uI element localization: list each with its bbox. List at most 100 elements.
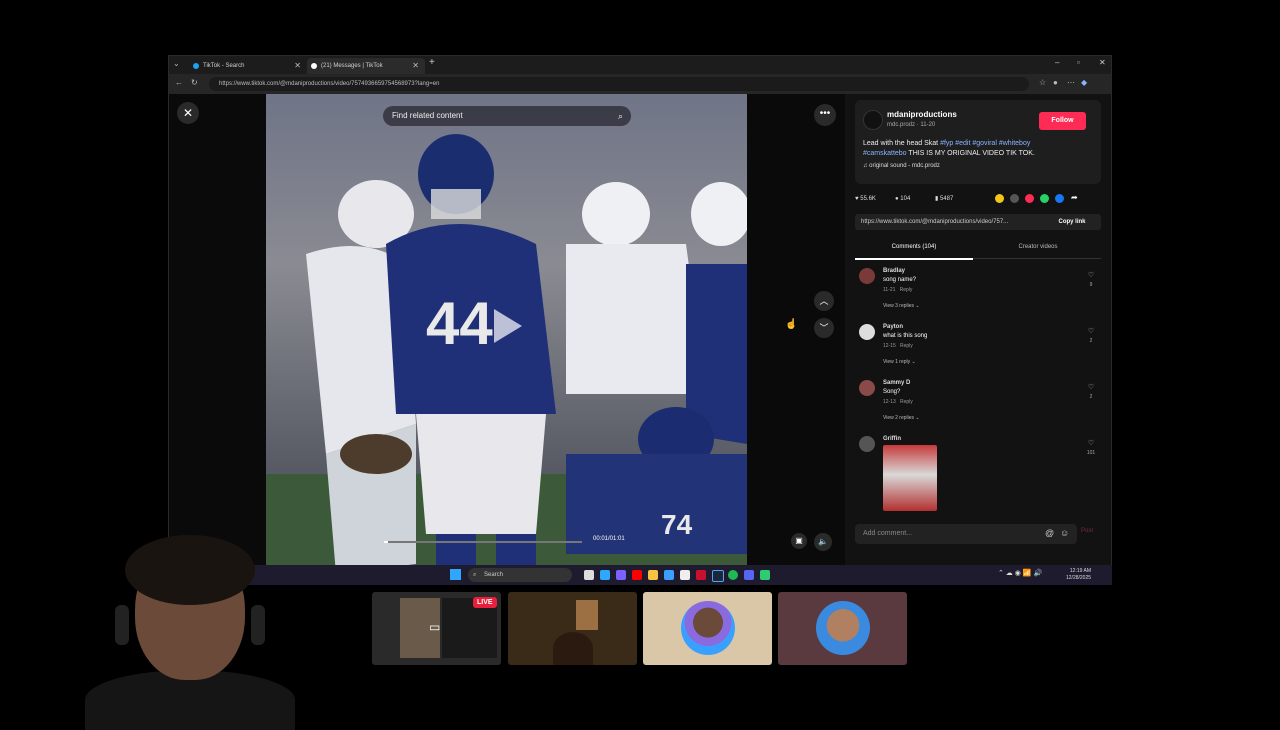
video-progress-bar[interactable] bbox=[384, 541, 582, 543]
comment-button[interactable]: ● 104 bbox=[895, 193, 910, 205]
add-comment-input[interactable]: Add comment... bbox=[855, 524, 1077, 544]
search-icon[interactable]: ⌕ bbox=[618, 106, 623, 126]
like-count: 55.6K bbox=[860, 196, 876, 202]
add-comment-placeholder: Add comment... bbox=[863, 530, 913, 537]
embed-icon[interactable] bbox=[1010, 194, 1019, 203]
system-tray-icon[interactable]: ⌃ ☁ ◉ 📶 🔊 bbox=[998, 569, 1042, 577]
taskbar-clock[interactable]: 12:19 AM 12/28/2025 bbox=[1066, 568, 1091, 582]
back-icon[interactable]: ← bbox=[175, 78, 183, 87]
view-replies-link[interactable]: View 3 replies ⌄ bbox=[883, 303, 920, 309]
reply-link[interactable]: Reply bbox=[900, 399, 913, 405]
tab-close-icon[interactable]: ✕ bbox=[412, 58, 419, 74]
avatar[interactable] bbox=[859, 436, 875, 452]
related-search-input[interactable]: Find related content ⌕ bbox=[383, 106, 631, 126]
tab-menu-icon[interactable]: ⌄ bbox=[173, 59, 180, 68]
previous-video-button[interactable]: ︿ bbox=[814, 291, 834, 311]
comment-item: Bradlay song name? 11-21 Reply View 3 re… bbox=[859, 268, 1099, 318]
maximize-icon[interactable]: ▫ bbox=[1077, 58, 1080, 67]
copilot-app-icon[interactable] bbox=[600, 570, 610, 580]
mention-icon[interactable]: @ bbox=[1045, 528, 1054, 538]
tab-creator-videos[interactable]: Creator videos bbox=[979, 240, 1097, 258]
file-explorer-icon[interactable] bbox=[584, 570, 594, 580]
comment-username[interactable]: Sammy D bbox=[883, 380, 910, 386]
taskbar-search-label: Search bbox=[484, 572, 504, 578]
like-button[interactable]: ♥ 55.6K bbox=[855, 193, 876, 205]
app-icon[interactable] bbox=[696, 570, 706, 580]
comment-username[interactable]: Griffin bbox=[883, 436, 901, 442]
copy-link-button[interactable]: Copy link bbox=[1047, 214, 1097, 230]
heart-outline-icon[interactable]: ♡ bbox=[1085, 439, 1097, 447]
screen-share-icon: ▭ bbox=[429, 620, 441, 634]
tab-comments[interactable]: Comments (104) bbox=[855, 240, 973, 260]
whatsapp-icon[interactable] bbox=[1040, 194, 1049, 203]
comment-username[interactable]: Bradlay bbox=[883, 268, 905, 274]
video-link[interactable]: https://www.tiktok.com/@mdaniproductions… bbox=[861, 214, 1041, 230]
youtube-icon[interactable] bbox=[632, 570, 642, 580]
heart-outline-icon[interactable]: ♡ bbox=[1085, 271, 1097, 279]
webcam-overlay bbox=[85, 530, 295, 730]
folder-icon[interactable] bbox=[648, 570, 658, 580]
share-arrow-icon[interactable]: ➦ bbox=[1071, 193, 1078, 202]
post-comment-button[interactable]: Post bbox=[1081, 528, 1093, 534]
volume-icon[interactable]: 🔈 bbox=[814, 533, 832, 551]
heart-outline-icon[interactable]: ♡ bbox=[1085, 383, 1097, 391]
discord-icon[interactable] bbox=[744, 570, 754, 580]
app-icon[interactable] bbox=[760, 570, 770, 580]
video-progress-fill bbox=[384, 541, 388, 543]
close-window-icon[interactable]: ✕ bbox=[1099, 58, 1106, 67]
facebook-icon[interactable] bbox=[1055, 194, 1064, 203]
new-tab-button[interactable]: + bbox=[429, 57, 435, 68]
heart-outline-icon[interactable]: ♡ bbox=[1085, 327, 1097, 335]
call-tile-participant[interactable] bbox=[643, 592, 772, 665]
more-options-button[interactable]: ••• bbox=[814, 104, 836, 126]
spotify-icon[interactable] bbox=[728, 570, 738, 580]
more-options-icon[interactable]: ⋯ bbox=[1067, 78, 1075, 87]
comment-username[interactable]: Payton bbox=[883, 324, 903, 330]
save-button[interactable]: ▮ 5487 bbox=[935, 193, 953, 205]
emoji-share-icon[interactable] bbox=[995, 194, 1004, 203]
hashtags-line-1[interactable]: #fyp #edit #goviral #whiteboy bbox=[940, 140, 1030, 147]
call-tile-participant[interactable] bbox=[508, 592, 637, 665]
view-replies-link[interactable]: View 2 replies ⌄ bbox=[883, 415, 920, 421]
avatar[interactable] bbox=[859, 324, 875, 340]
comment-meta: 11-21 Reply bbox=[883, 287, 912, 293]
sound-link[interactable]: ♫ original sound - mdc.prodz bbox=[863, 163, 940, 169]
url-field[interactable]: https://www.tiktok.com/@mdaniproductions… bbox=[209, 77, 1029, 91]
close-video-button[interactable]: ✕ bbox=[177, 102, 199, 124]
author-name[interactable]: mdaniproductions bbox=[887, 110, 957, 119]
refresh-icon[interactable]: ↻ bbox=[191, 78, 198, 87]
browser-tab-messages[interactable]: (21) Messages | TikTok ✕ bbox=[307, 58, 425, 74]
windows-start-icon[interactable] bbox=[450, 569, 461, 580]
play-icon[interactable] bbox=[494, 309, 522, 343]
tab-label: (21) Messages | TikTok bbox=[321, 63, 383, 69]
caption-text: Lead with the head Skat bbox=[863, 140, 941, 147]
hashtags-line-2[interactable]: #camskattebo bbox=[863, 150, 907, 157]
call-tile-screenshare[interactable]: ▭ LIVE bbox=[372, 592, 501, 665]
view-replies-link[interactable]: View 1 reply ⌄ bbox=[883, 359, 916, 365]
tiktok-favicon-icon bbox=[193, 63, 199, 69]
tiktok-share-icon[interactable] bbox=[1025, 194, 1034, 203]
floating-player-icon[interactable]: ▣ bbox=[791, 533, 807, 549]
author-avatar[interactable] bbox=[863, 110, 883, 130]
favorites-icon[interactable]: ☆ bbox=[1039, 78, 1046, 87]
avatar[interactable] bbox=[859, 380, 875, 396]
emoji-icon[interactable]: ☺ bbox=[1060, 528, 1069, 538]
next-video-button[interactable]: ﹀ bbox=[814, 318, 834, 338]
tab-close-icon[interactable]: ✕ bbox=[294, 58, 301, 74]
reply-link[interactable]: Reply bbox=[900, 343, 913, 349]
headphones-icon bbox=[251, 605, 265, 645]
call-tile-participant[interactable] bbox=[778, 592, 907, 665]
comment-image[interactable] bbox=[883, 445, 937, 511]
follow-button[interactable]: Follow bbox=[1039, 112, 1086, 130]
teams-icon[interactable] bbox=[616, 570, 626, 580]
avatar[interactable] bbox=[859, 268, 875, 284]
profile-icon[interactable]: ● bbox=[1053, 78, 1058, 87]
calendar-icon[interactable] bbox=[680, 570, 690, 580]
reply-link[interactable]: Reply bbox=[900, 287, 913, 293]
copilot-icon[interactable]: ◆ bbox=[1081, 78, 1087, 87]
edge-icon[interactable] bbox=[664, 570, 674, 580]
browser-tab-search[interactable]: TikTok - Search ✕ bbox=[189, 58, 307, 74]
taskbar-search[interactable]: ⌕ Search bbox=[468, 568, 572, 582]
steam-icon[interactable] bbox=[712, 570, 724, 582]
minimize-icon[interactable]: – bbox=[1055, 58, 1059, 67]
